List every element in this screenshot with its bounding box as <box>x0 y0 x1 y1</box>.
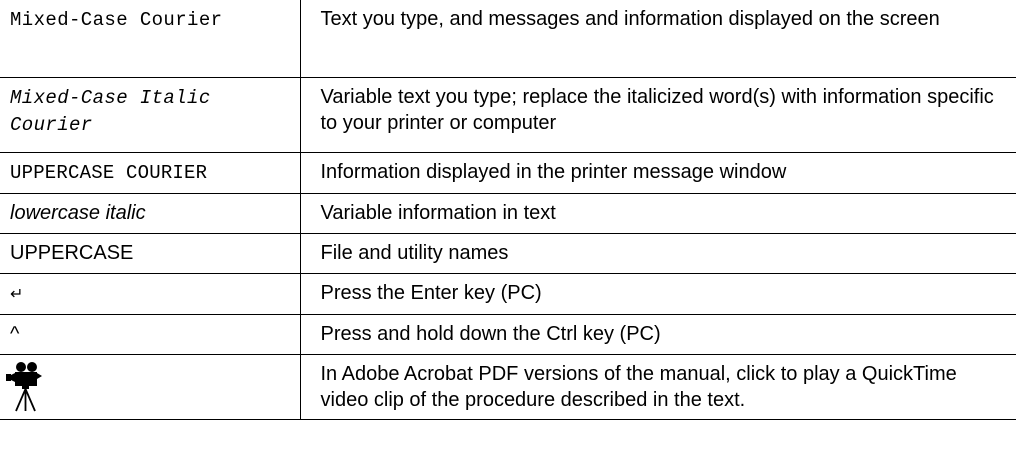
convention-cell: UPPERCASE <box>0 232 301 274</box>
table-row: Mixed-Case Courier Text you type, and me… <box>0 0 1016 78</box>
convention-lowercase-italic: lowercase italic <box>10 201 146 224</box>
convention-cell: ^ <box>0 313 301 355</box>
description-cell: In Adobe Acrobat PDF versions of the man… <box>299 353 1016 420</box>
description-cell: Information displayed in the printer mes… <box>299 151 1016 194</box>
convention-cell <box>0 353 301 420</box>
table-row: In Adobe Acrobat PDF versions of the man… <box>0 353 1016 420</box>
description-cell: Press and hold down the Ctrl key (PC) <box>299 313 1016 355</box>
movie-camera-icon <box>6 361 42 411</box>
description-cell: File and utility names <box>299 232 1016 274</box>
table-row: ↵ Press the Enter key (PC) <box>0 272 1016 315</box>
convention-cell: Mixed-Case Italic Courier <box>0 76 301 153</box>
table-row: ^ Press and hold down the Ctrl key (PC) <box>0 313 1016 355</box>
table-row: UPPERCASE COURIER Information displayed … <box>0 151 1016 194</box>
description-cell: Variable text you type; replace the ital… <box>299 76 1016 153</box>
table-row: Mixed-Case Italic Courier Variable text … <box>0 76 1016 153</box>
convention-uppercase-courier: UPPERCASE COURIER <box>10 161 208 184</box>
convention-cell: lowercase italic <box>0 192 301 234</box>
convention-cell: Mixed-Case Courier <box>0 0 301 78</box>
convention-cell: ↵ <box>0 272 301 315</box>
convention-mixed-case-courier: Mixed-Case Courier <box>10 9 223 31</box>
convention-uppercase: UPPERCASE <box>10 241 134 264</box>
table-row: UPPERCASE File and utility names <box>0 232 1016 274</box>
convention-mixed-case-italic-courier: Mixed-Case Italic Courier <box>10 86 211 136</box>
convention-cell: UPPERCASE COURIER <box>0 151 301 194</box>
table-row: lowercase italic Variable information in… <box>0 192 1016 234</box>
enter-key-icon: ↵ <box>10 285 24 303</box>
conventions-table: Mixed-Case Courier Text you type, and me… <box>0 0 1016 420</box>
description-cell: Variable information in text <box>299 192 1016 234</box>
ctrl-key-caret-icon: ^ <box>10 322 20 345</box>
description-cell: Press the Enter key (PC) <box>299 272 1016 315</box>
description-cell: Text you type, and messages and informat… <box>299 0 1016 78</box>
